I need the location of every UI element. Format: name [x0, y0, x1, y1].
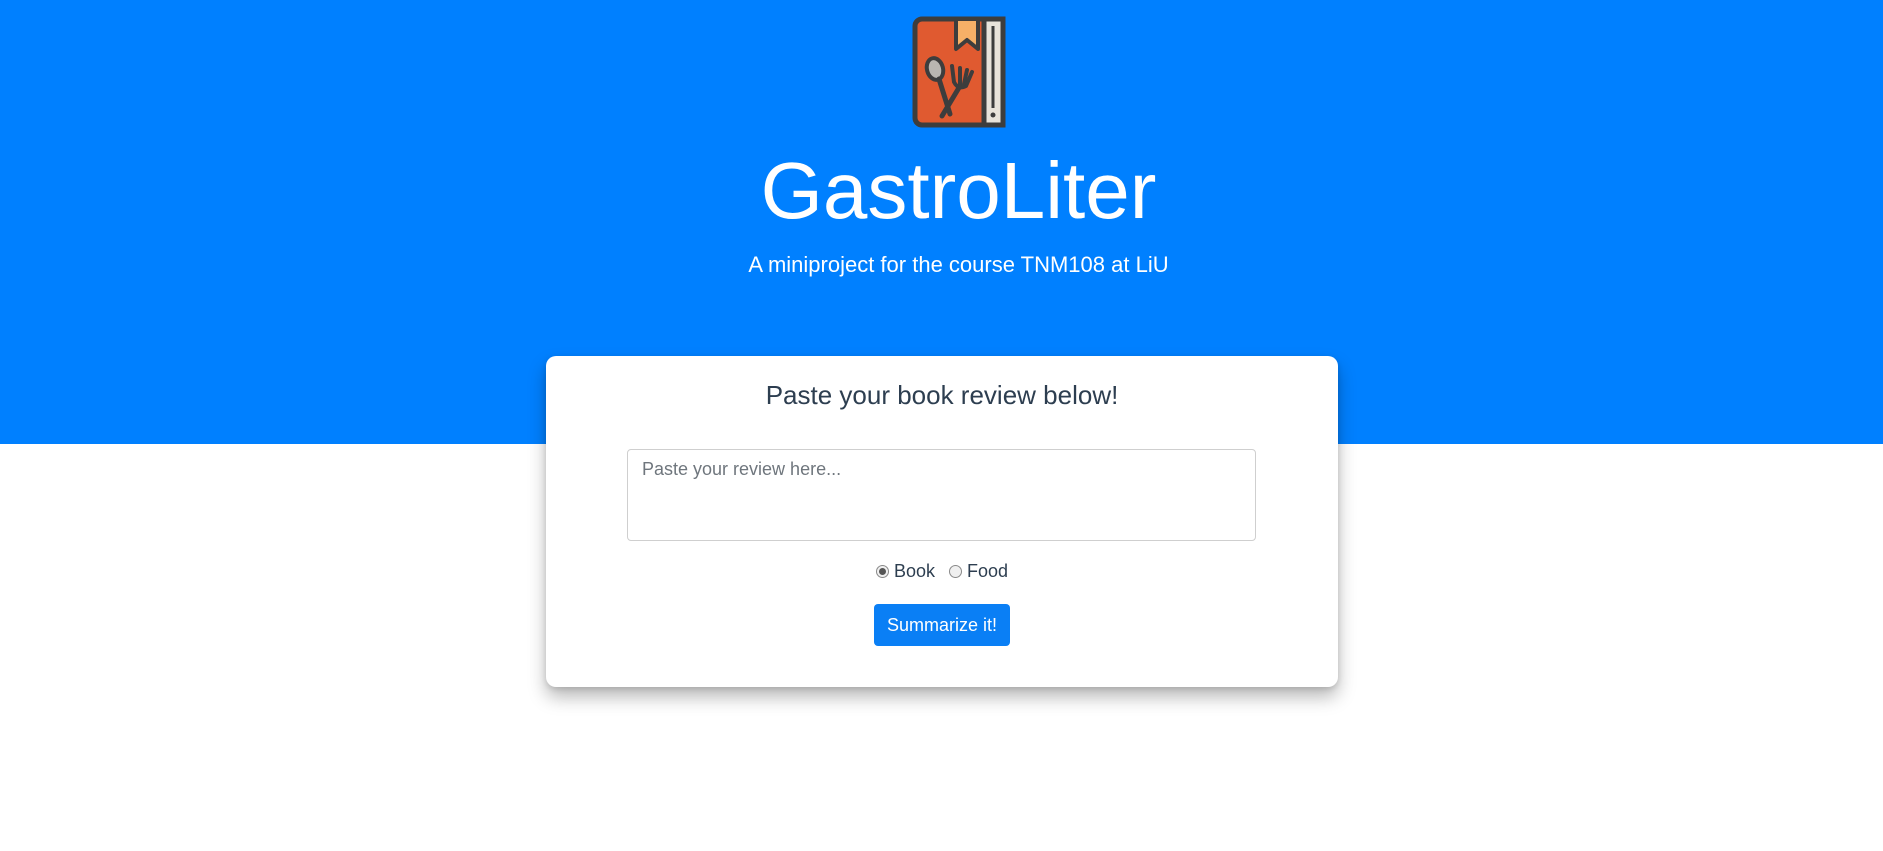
app-title: GastroLiter — [760, 146, 1157, 235]
summarize-button[interactable]: Summarize it! — [874, 604, 1010, 646]
radio-button-food[interactable] — [949, 565, 962, 578]
radio-button-book[interactable] — [875, 565, 889, 578]
radio-option-book[interactable]: Book — [875, 561, 935, 582]
radio-label-food: Food — [967, 561, 1009, 581]
radio-label-book: Book — [893, 561, 935, 581]
book-with-spoon-and-fork-icon — [912, 16, 1006, 128]
review-input[interactable] — [627, 449, 1256, 541]
review-type-options: Book Food — [546, 561, 1338, 582]
app-subtitle: A miniproject for the course TNM108 at L… — [748, 252, 1169, 277]
card-title: Paste your book review below! — [765, 380, 1119, 410]
radio-option-food[interactable]: Food — [949, 561, 1008, 582]
review-card: Paste your book review below! Book Food … — [546, 356, 1338, 687]
